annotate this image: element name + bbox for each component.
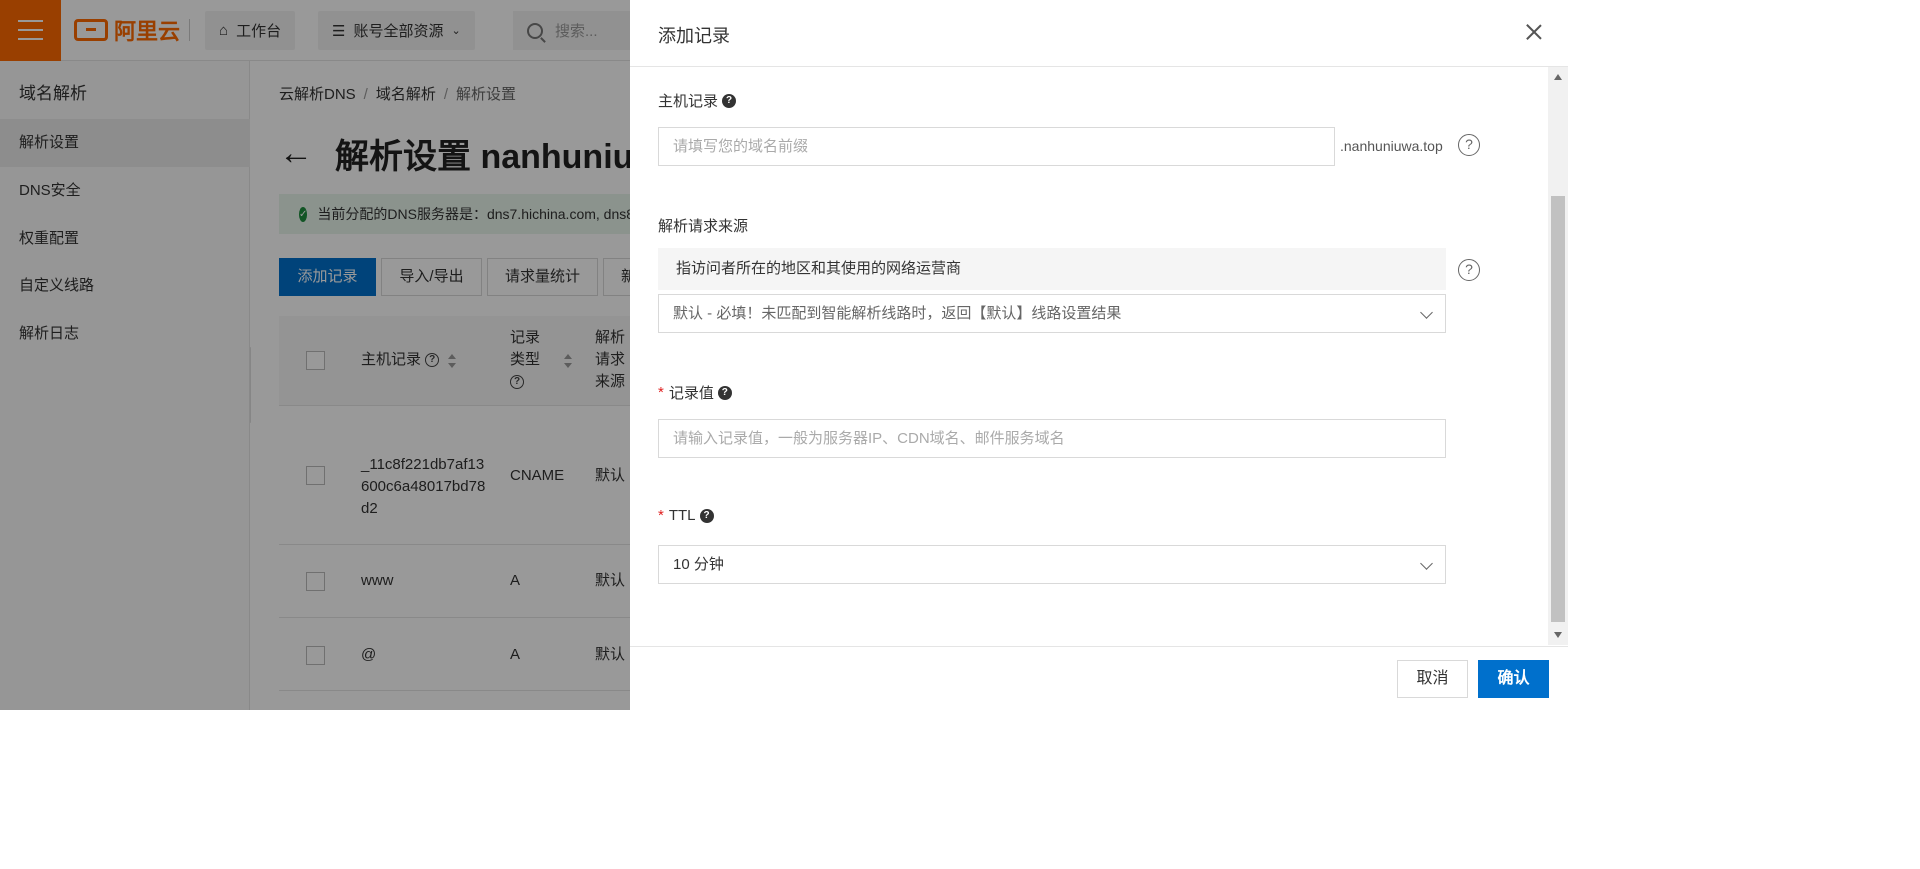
help-circle-icon[interactable]: ? — [1458, 134, 1480, 156]
chevron-down-icon — [1420, 306, 1433, 319]
help-icon[interactable]: ? — [722, 93, 737, 108]
drawer-header: 添加记录 — [630, 0, 1568, 67]
record-value-placeholder: 请输入记录值，一般为服务器IP、CDN域名、邮件服务域名 — [673, 430, 1065, 447]
domain-suffix: .nanhuniuwa.top — [1340, 138, 1443, 154]
required-mark: * — [658, 384, 664, 401]
drawer-title: 添加记录 — [658, 26, 730, 46]
drawer-footer: 取消 确认 — [630, 646, 1568, 710]
line-label: 解析请求来源 — [658, 215, 748, 236]
confirm-button[interactable]: 确认 — [1478, 660, 1549, 698]
host-record-label: 主机记录 ? — [658, 90, 737, 111]
line-label-text: 解析请求来源 — [658, 218, 749, 235]
scroll-down-arrow-icon[interactable] — [1554, 632, 1562, 638]
ttl-label-text: TTL — [668, 507, 696, 524]
modal-overlay[interactable] — [0, 0, 630, 710]
help-icon[interactable]: ? — [717, 385, 732, 400]
ttl-label: * TTL ? — [658, 507, 714, 524]
record-value-input[interactable]: 请输入记录值，一般为服务器IP、CDN域名、邮件服务域名 — [658, 419, 1446, 458]
required-mark: * — [658, 507, 664, 524]
cancel-button[interactable]: 取消 — [1397, 660, 1468, 698]
record-value-label-text: 记录值 — [668, 385, 714, 402]
scrollbar-thumb[interactable] — [1551, 196, 1565, 622]
line-description: 指访问者所在的地区和其使用的网络运营商 — [658, 248, 1446, 290]
host-record-label-text: 主机记录 — [658, 93, 719, 110]
close-icon[interactable] — [1526, 24, 1542, 40]
host-record-input[interactable]: 请填写您的域名前缀 — [658, 127, 1335, 166]
host-record-placeholder: 请填写您的域名前缀 — [673, 138, 809, 155]
help-circle-icon[interactable]: ? — [1458, 259, 1480, 281]
ttl-select-value: 10 分钟 — [673, 556, 724, 573]
add-record-drawer: 添加记录 主机记录 ? 请填写您的域名前缀 .nanhuniuwa.top ? … — [630, 0, 1568, 710]
scroll-up-arrow-icon[interactable] — [1554, 74, 1562, 80]
chevron-down-icon — [1420, 557, 1433, 570]
line-select-value: 默认 - 必填！未匹配到智能解析线路时，返回【默认】线路设置结果 — [673, 305, 1122, 322]
ttl-select[interactable]: 10 分钟 — [658, 545, 1446, 584]
line-select[interactable]: 默认 - 必填！未匹配到智能解析线路时，返回【默认】线路设置结果 — [658, 294, 1446, 333]
record-value-label: * 记录值 ? — [658, 382, 732, 403]
help-icon[interactable]: ? — [699, 508, 714, 523]
